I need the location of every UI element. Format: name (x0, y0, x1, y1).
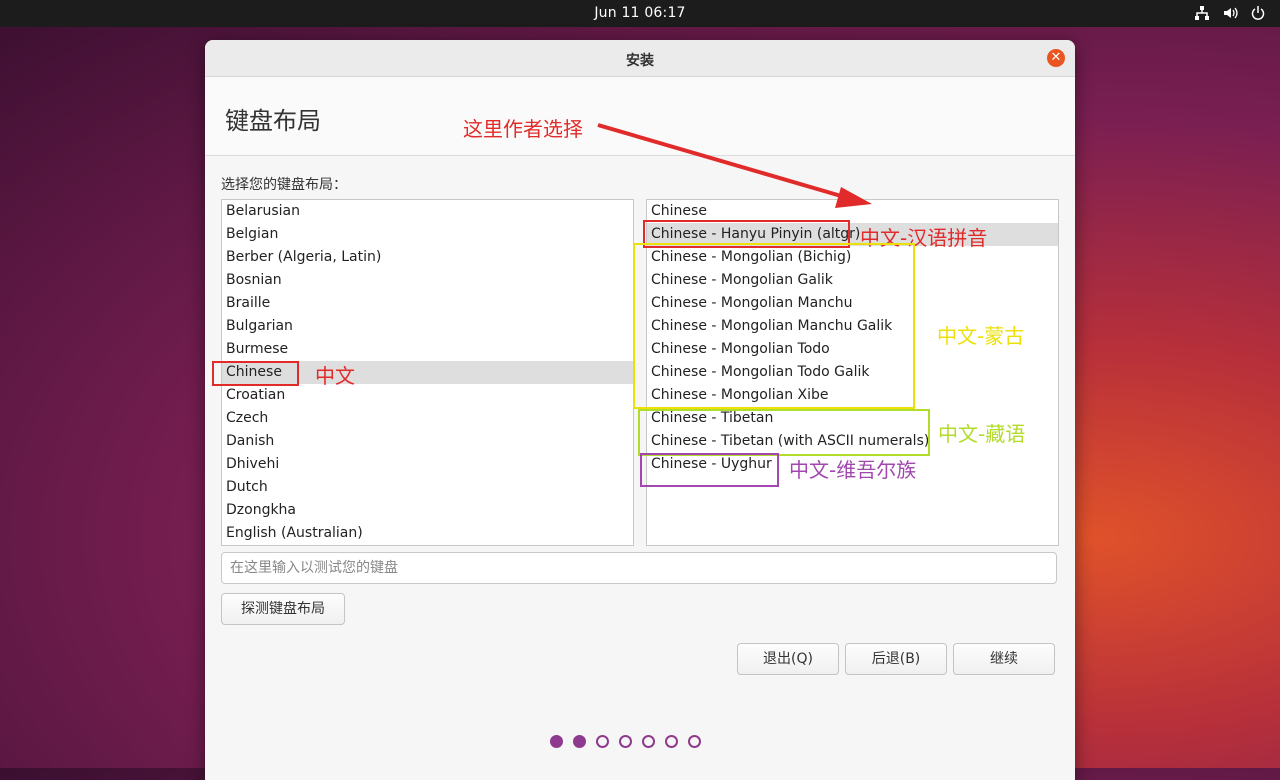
continue-button[interactable]: 继续 (953, 643, 1055, 675)
progress-dot (642, 735, 655, 748)
annotation-box-chinese (212, 361, 299, 386)
layout-list-item[interactable]: Dutch (222, 476, 633, 499)
progress-dot (619, 735, 632, 748)
annotation-box-mongolian (633, 243, 915, 409)
layout-list-item[interactable]: Croatian (222, 384, 633, 407)
layout-list-item[interactable]: Berber (Algeria, Latin) (222, 246, 633, 269)
progress-dot (550, 735, 563, 748)
top-bar: Jun 11 06:17 (0, 0, 1280, 27)
progress-dot (665, 735, 678, 748)
annotation-box-tibetan (638, 409, 930, 456)
annotation-mongolian: 中文-蒙古 (937, 324, 1025, 348)
layout-list-item[interactable]: Belgian (222, 223, 633, 246)
layout-list-item[interactable]: Burmese (222, 338, 633, 361)
layout-list-item[interactable]: Czech (222, 407, 633, 430)
layout-list-item[interactable]: English (Australian) (222, 522, 633, 545)
annotation-uyghur: 中文-维吾尔族 (789, 458, 917, 482)
annotation-author-choice: 这里作者选择 (463, 117, 583, 141)
progress-dot (573, 735, 586, 748)
detect-layout-button[interactable]: 探测键盘布局 (221, 593, 345, 625)
annotation-chinese: 中文 (315, 364, 355, 388)
quit-button[interactable]: 退出(Q) (737, 643, 839, 675)
close-icon: ✕ (1050, 50, 1062, 65)
layout-list-item[interactable]: Belarusian (222, 200, 633, 223)
layout-list-item[interactable]: Bulgarian (222, 315, 633, 338)
annotation-box-uyghur (640, 453, 779, 487)
volume-icon[interactable] (1222, 5, 1238, 21)
layout-list-item[interactable]: Braille (222, 292, 633, 315)
clock[interactable]: Jun 11 06:17 (0, 5, 1280, 21)
layout-list-item[interactable]: Bosnian (222, 269, 633, 292)
progress-dots (550, 735, 701, 748)
back-button[interactable]: 后退(B) (845, 643, 947, 675)
layout-list-item[interactable]: Dzongkha (222, 499, 633, 522)
progress-dot (688, 735, 701, 748)
annotation-tibetan: 中文-藏语 (938, 422, 1026, 446)
window-title: 安装 (626, 53, 654, 69)
progress-dot (596, 735, 609, 748)
close-button[interactable]: ✕ (1047, 49, 1065, 67)
system-tray[interactable] (1194, 5, 1266, 21)
layout-prompt: 选择您的键盘布局： (221, 177, 347, 193)
page-title: 键盘布局 (225, 107, 321, 135)
layout-list-item[interactable]: Danish (222, 430, 633, 453)
network-icon[interactable] (1194, 5, 1210, 21)
power-icon[interactable] (1250, 5, 1266, 21)
page-header: 键盘布局 (205, 77, 1075, 156)
layout-list-item[interactable]: Dhivehi (222, 453, 633, 476)
keyboard-test-input[interactable] (221, 552, 1057, 584)
title-bar[interactable]: 安装 ✕ (205, 40, 1075, 77)
